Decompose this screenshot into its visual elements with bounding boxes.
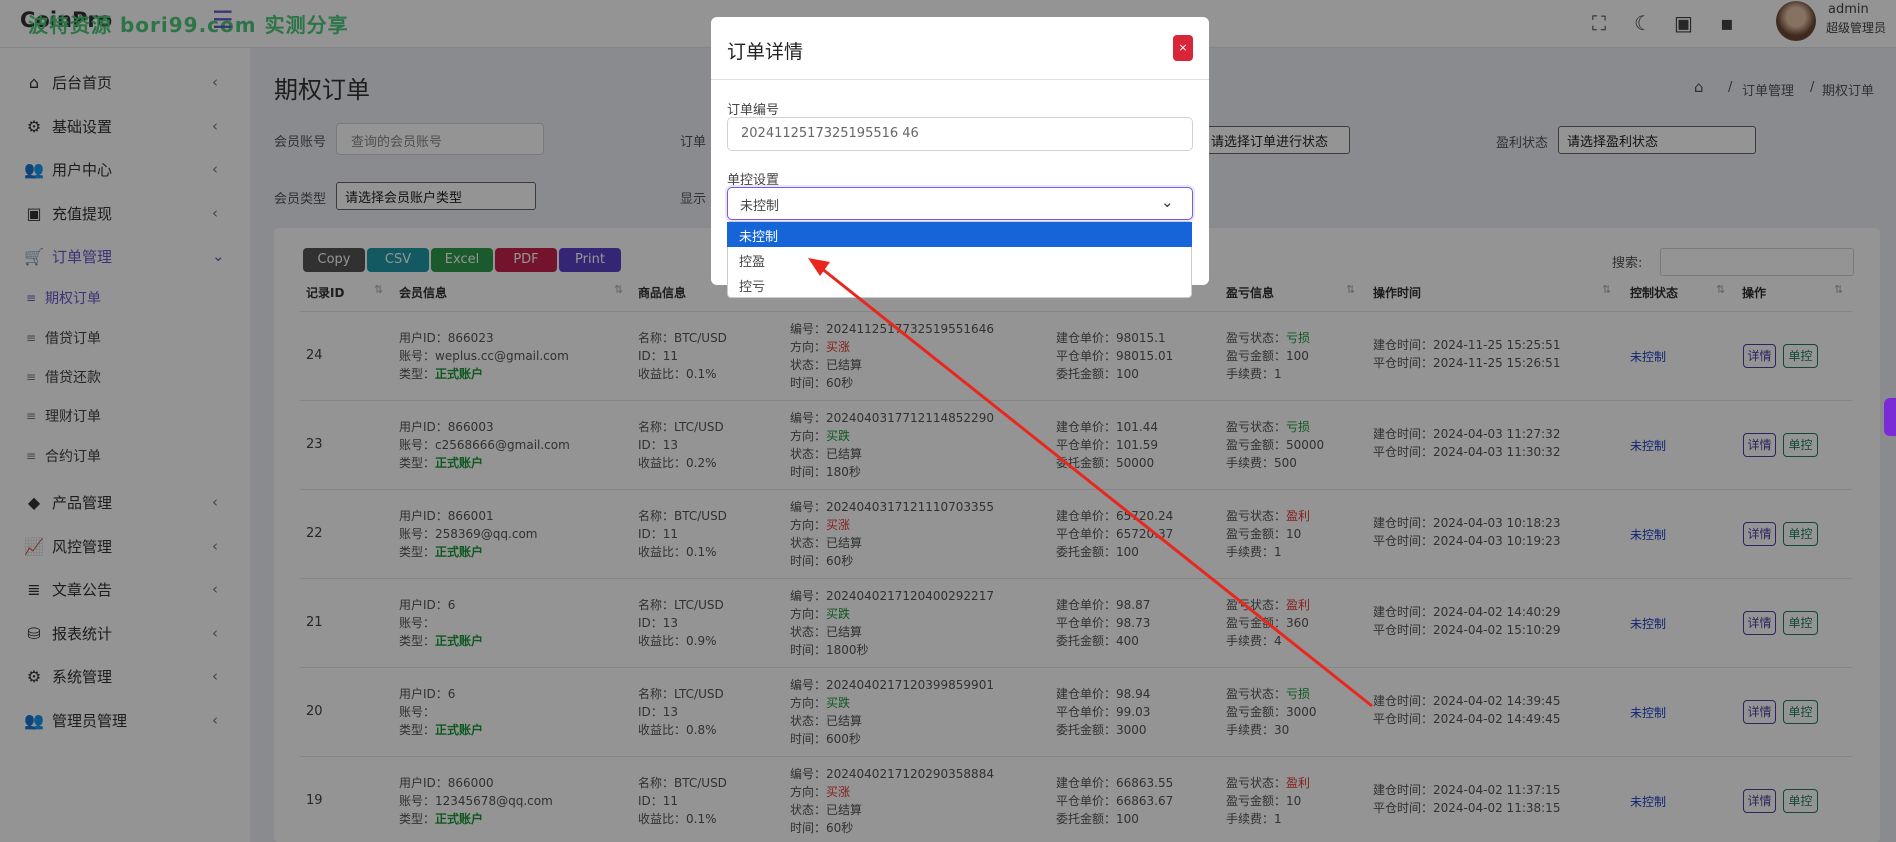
annotation-arrow (808, 258, 1373, 708)
side-settings-tab[interactable] (1884, 398, 1896, 436)
